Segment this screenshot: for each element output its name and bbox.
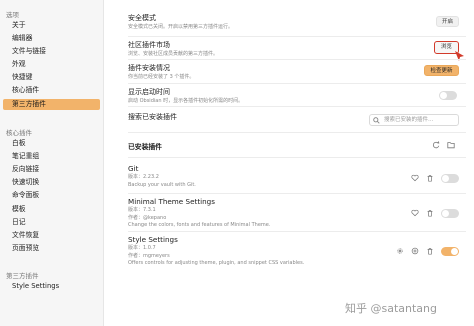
divider xyxy=(128,193,466,194)
sidebar-heading-core-plugins: 核心插件 xyxy=(6,129,32,137)
sidebar-item-command-palette[interactable]: 命令面板 xyxy=(3,190,100,201)
plugin-description: Backup your vault with Git. xyxy=(128,181,196,188)
sidebar-item-canvas[interactable]: 白板 xyxy=(3,138,100,149)
plugin-description: Offers controls for adjusting theme, plu… xyxy=(128,260,305,266)
divider xyxy=(128,231,466,232)
installed-plugins-header: 已安装插件 xyxy=(128,141,466,151)
setting-description: 你当前已经安装了 3 个插件。 xyxy=(128,74,195,80)
setting-community-market: 社区插件市场 浏览、安装社区成员贡献的第三方插件。 xyxy=(128,40,466,58)
toggle-knob xyxy=(440,92,447,99)
plugin-enable-toggle-style-settings[interactable] xyxy=(441,247,459,256)
sidebar-item-community-plugins[interactable]: 第三方插件 xyxy=(3,99,100,110)
toggle-knob xyxy=(442,210,449,217)
divider xyxy=(128,132,466,133)
setting-debug-startup: 显示启动时间 启动 Obsidian 时，显示各插件初始化所需的时间。 xyxy=(128,87,466,105)
sidebar-item-about[interactable]: 关于 xyxy=(3,20,100,31)
sidebar-item-page-preview[interactable]: 页面预览 xyxy=(3,243,100,254)
setting-description: 启动 Obsidian 时，显示各插件初始化所需的时间。 xyxy=(128,98,244,104)
sidebar-item-core-plugins[interactable]: 核心插件 xyxy=(3,85,100,96)
watermark: 知乎 @satantang xyxy=(345,302,438,315)
add-hotkey-icon[interactable] xyxy=(411,247,419,255)
sidebar-item-style-settings[interactable]: Style Settings xyxy=(3,281,100,292)
settings-main-panel: 安全模式 安全模式已关闭。开启以禁用第三方插件运行。 开启 社区插件市场 浏览、… xyxy=(104,0,474,326)
plugin-name: Minimal Theme Settings xyxy=(128,197,215,206)
sidebar-item-appearance[interactable]: 外观 xyxy=(3,59,100,70)
sidebar-item-note-composer[interactable]: 笔记重组 xyxy=(3,151,100,162)
plugin-name: Style Settings xyxy=(128,235,178,244)
sidebar-item-file-recovery[interactable]: 文件恢复 xyxy=(3,230,100,241)
sidebar-heading-options: 选项 xyxy=(6,11,19,19)
toggle-knob xyxy=(442,175,449,182)
sidebar-item-templates[interactable]: 模板 xyxy=(3,204,100,215)
reload-icon[interactable] xyxy=(432,141,440,149)
setting-plugin-updates: 插件安装情况 你当前已经安装了 3 个插件。 xyxy=(128,63,466,81)
search-installed-plugins-input[interactable]: 搜索已安装的插件… xyxy=(369,114,459,126)
settings-sidebar: 选项 关于 编辑器 文件与链接 外观 快捷键 核心插件 第三方插件 核心插件 白… xyxy=(0,0,104,326)
sidebar-item-hotkeys[interactable]: 快捷键 xyxy=(3,72,100,83)
divider xyxy=(128,106,466,107)
trash-icon[interactable] xyxy=(426,247,434,255)
sidebar-item-daily-notes[interactable]: 日记 xyxy=(3,217,100,228)
gear-icon[interactable] xyxy=(396,247,404,255)
heart-icon[interactable] xyxy=(411,209,419,217)
setting-description: 浏览、安装社区成员贡献的第三方插件。 xyxy=(128,51,219,57)
debug-startup-toggle[interactable] xyxy=(439,91,457,100)
sidebar-heading-community-plugins: 第三方插件 xyxy=(6,272,39,280)
trash-icon[interactable] xyxy=(426,209,434,217)
safe-mode-toggle-button[interactable]: 开启 xyxy=(436,16,459,27)
plugin-name: Git xyxy=(128,164,139,173)
setting-title: 显示启动时间 xyxy=(128,88,170,96)
setting-title: 安全模式 xyxy=(128,14,156,22)
trash-icon[interactable] xyxy=(426,174,434,182)
toggle-knob xyxy=(451,248,458,255)
setting-safe-mode: 安全模式 安全模式已关闭。开启以禁用第三方插件运行。 xyxy=(128,13,466,31)
setting-title: 社区插件市场 xyxy=(128,41,170,49)
divider xyxy=(128,59,466,60)
pointer-arrow-icon xyxy=(455,51,464,61)
sidebar-item-backlinks[interactable]: 反向链接 xyxy=(3,164,100,175)
sidebar-item-files-links[interactable]: 文件与链接 xyxy=(3,46,100,57)
search-icon xyxy=(373,117,380,124)
setting-description: 安全模式已关闭。开启以禁用第三方插件运行。 xyxy=(128,24,234,30)
check-updates-button[interactable]: 检查更新 xyxy=(424,65,459,76)
plugin-description: Change the colors, fonts and features of… xyxy=(128,222,271,228)
setting-title: 插件安装情况 xyxy=(128,64,170,72)
installed-plugins-heading: 已安装插件 xyxy=(128,143,162,151)
folder-icon[interactable] xyxy=(447,141,455,149)
heart-icon[interactable] xyxy=(411,174,419,182)
sidebar-item-quick-switcher[interactable]: 快速切换 xyxy=(3,177,100,188)
plugin-enable-toggle-git[interactable] xyxy=(441,174,459,183)
sidebar-item-editor[interactable]: 编辑器 xyxy=(3,33,100,44)
divider xyxy=(128,157,466,158)
divider xyxy=(128,36,466,37)
plugin-enable-toggle-minimal[interactable] xyxy=(441,209,459,218)
divider xyxy=(128,83,466,84)
